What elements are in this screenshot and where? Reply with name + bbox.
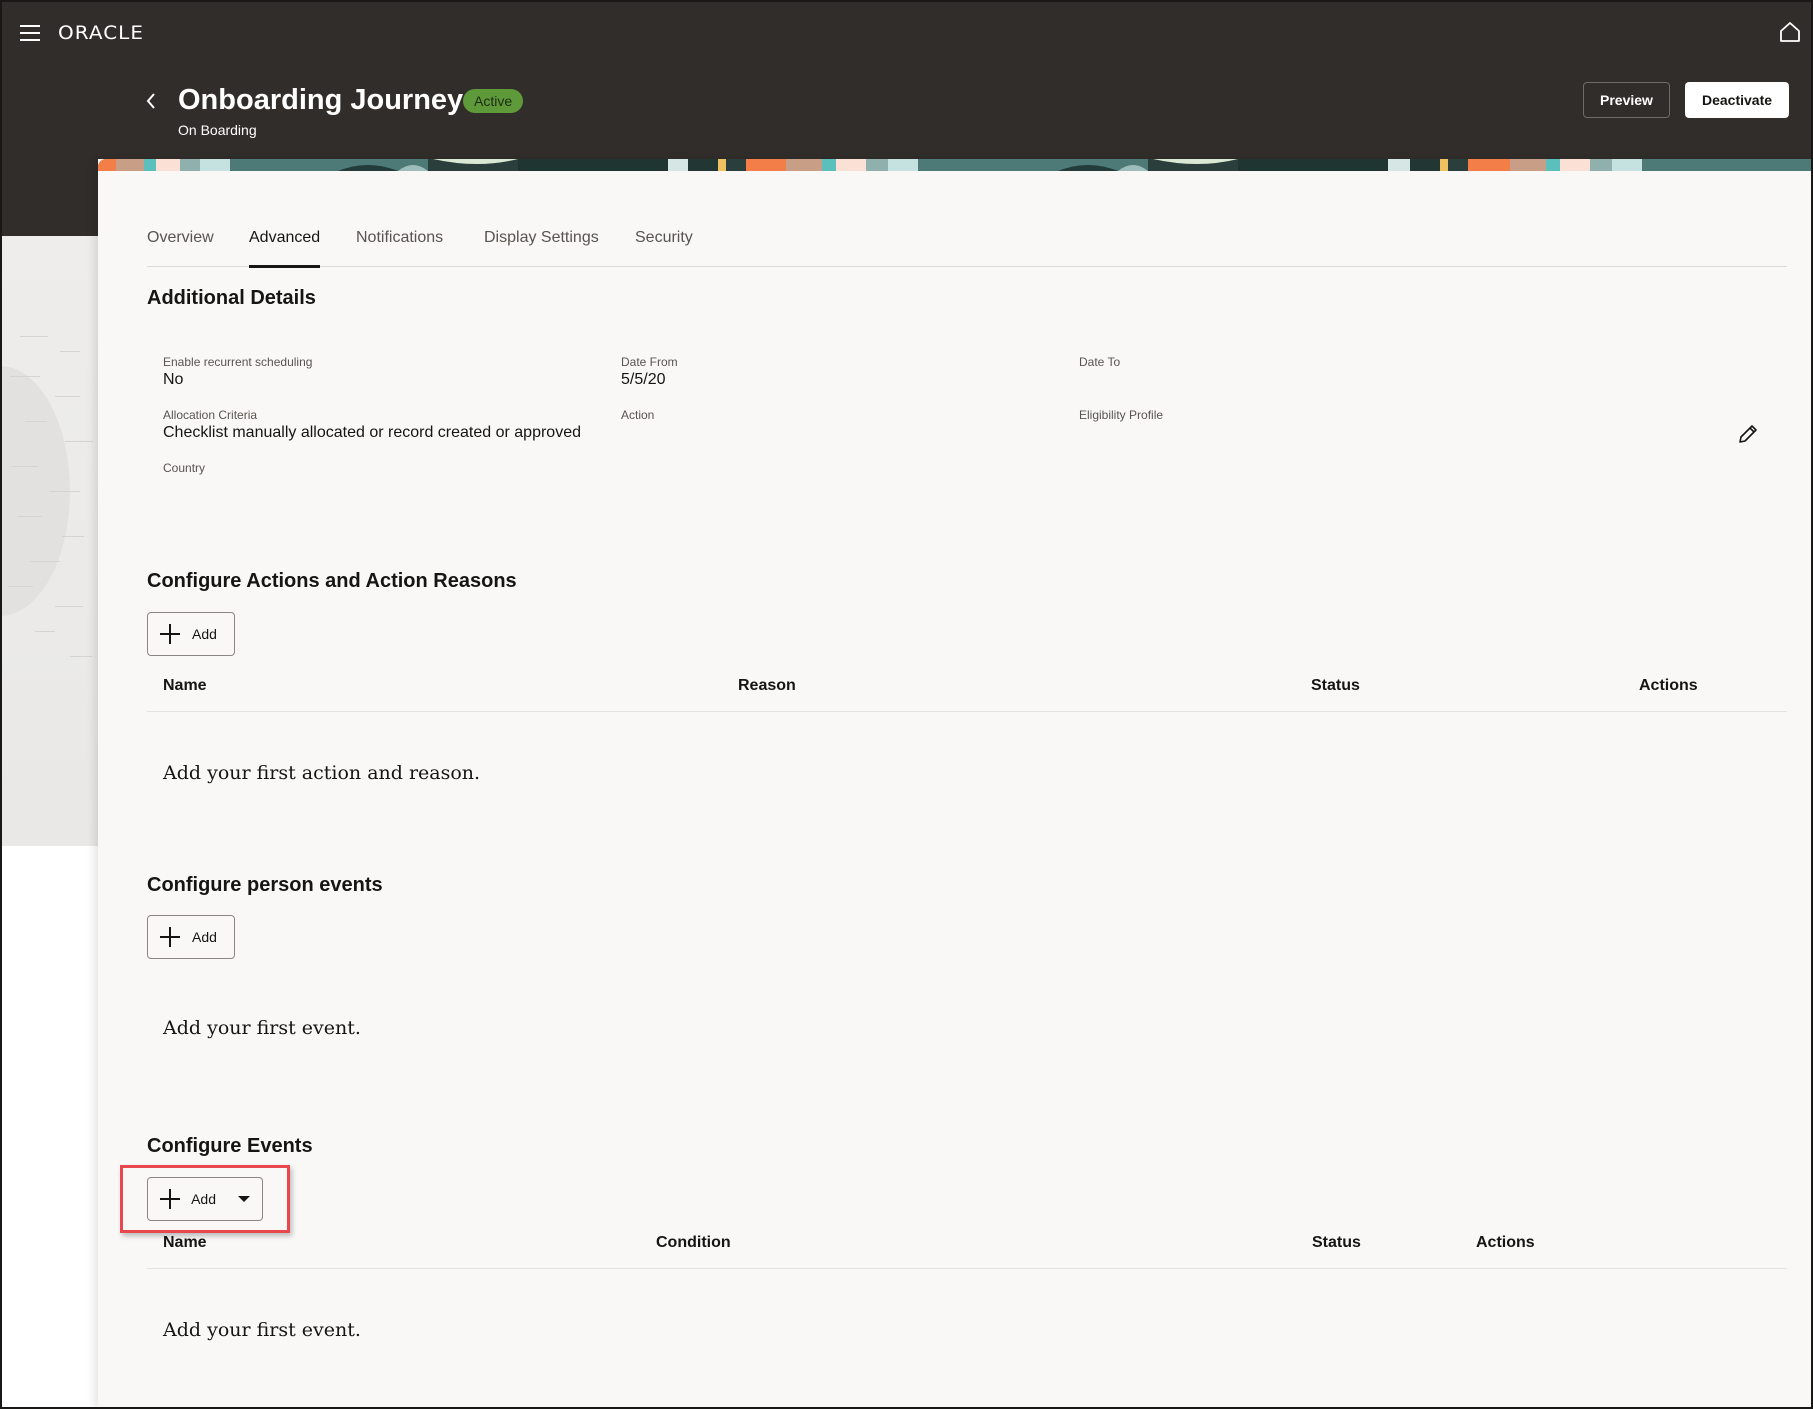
column-header-name[interactable]: Name — [163, 677, 207, 695]
callout-highlight-box — [120, 1165, 290, 1233]
page-subtitle: On Boarding — [178, 122, 257, 138]
pattern-dash — [12, 466, 38, 467]
pattern-dash — [25, 421, 47, 422]
status-badge: Active — [463, 89, 524, 113]
events-empty-message: Add your first event. — [163, 1319, 361, 1341]
pattern-dash — [55, 396, 80, 397]
preview-button[interactable]: Preview — [1583, 82, 1670, 118]
pattern-dash — [60, 351, 80, 352]
home-icon[interactable] — [1778, 20, 1802, 44]
tab-security[interactable]: Security — [635, 229, 693, 267]
column-header-actions[interactable]: Actions — [1639, 677, 1698, 695]
page-title: Onboarding Journey — [178, 84, 464, 116]
pattern-dash — [35, 631, 55, 632]
field-label-recurrent-scheduling: Enable recurrent scheduling — [163, 355, 313, 369]
add-action-label: Add — [192, 626, 217, 642]
column-header-actions[interactable]: Actions — [1476, 1234, 1535, 1252]
column-header-status[interactable]: Status — [1311, 677, 1360, 695]
add-person-event-label: Add — [192, 929, 217, 945]
column-header-name[interactable]: Name — [163, 1234, 207, 1252]
field-label-action: Action — [621, 408, 655, 422]
events-section-heading: Configure Events — [147, 1135, 313, 1157]
tab-bar: Overview Advanced Notifications Display … — [147, 229, 1787, 268]
pattern-dash — [18, 516, 42, 517]
tab-notifications[interactable]: Notifications — [356, 229, 443, 267]
additional-details-heading: Additional Details — [147, 287, 316, 309]
tab-display-settings[interactable]: Display Settings — [484, 229, 599, 267]
tab-advanced[interactable]: Advanced — [249, 229, 321, 268]
pattern-dash — [55, 606, 83, 607]
table-divider — [147, 711, 1787, 712]
field-label-date-from: Date From — [621, 355, 678, 369]
plus-icon — [160, 927, 180, 947]
pattern-dash — [20, 336, 48, 337]
person-events-heading: Configure person events — [147, 874, 383, 896]
pattern-dash — [65, 441, 93, 442]
decorative-banner — [98, 159, 1811, 171]
pattern-dash — [30, 561, 60, 562]
deactivate-button[interactable]: Deactivate — [1685, 82, 1790, 118]
chevron-left-icon[interactable] — [143, 90, 159, 112]
column-header-status[interactable]: Status — [1312, 1234, 1361, 1252]
oracle-logo[interactable]: ORACLE — [58, 22, 144, 44]
column-header-condition[interactable]: Condition — [656, 1234, 731, 1252]
field-value-date-from: 5/5/20 — [621, 371, 666, 388]
pattern-dash — [70, 656, 92, 657]
tab-overview[interactable]: Overview — [147, 229, 214, 267]
pattern-dash — [50, 491, 80, 492]
content-card: Overview Advanced Notifications Display … — [98, 159, 1811, 1407]
field-label-date-to: Date To — [1079, 355, 1121, 369]
field-value-recurrent-scheduling: No — [163, 371, 184, 388]
header-extension — [0, 172, 100, 236]
person-events-empty-message: Add your first event. — [163, 1017, 361, 1039]
table-divider — [147, 1268, 1787, 1269]
add-person-event-button[interactable]: Add — [147, 915, 235, 959]
actions-section-heading: Configure Actions and Action Reasons — [147, 570, 517, 592]
actions-empty-message: Add your first action and reason. — [163, 762, 481, 784]
field-value-allocation-criteria: Checklist manually allocated or record c… — [163, 424, 581, 441]
field-label-allocation-criteria: Allocation Criteria — [163, 408, 258, 422]
pattern-dash — [10, 376, 40, 377]
pencil-icon[interactable] — [1736, 422, 1760, 446]
background-illustration — [0, 236, 100, 846]
field-label-country: Country — [163, 461, 206, 475]
hamburger-menu-icon[interactable] — [20, 24, 42, 42]
field-label-eligibility-profile: Eligibility Profile — [1079, 408, 1164, 422]
pattern-dash — [8, 586, 33, 587]
pattern-dash — [62, 536, 84, 537]
add-action-button[interactable]: Add — [147, 612, 235, 656]
plus-icon — [160, 624, 180, 644]
column-header-reason[interactable]: Reason — [738, 677, 796, 695]
